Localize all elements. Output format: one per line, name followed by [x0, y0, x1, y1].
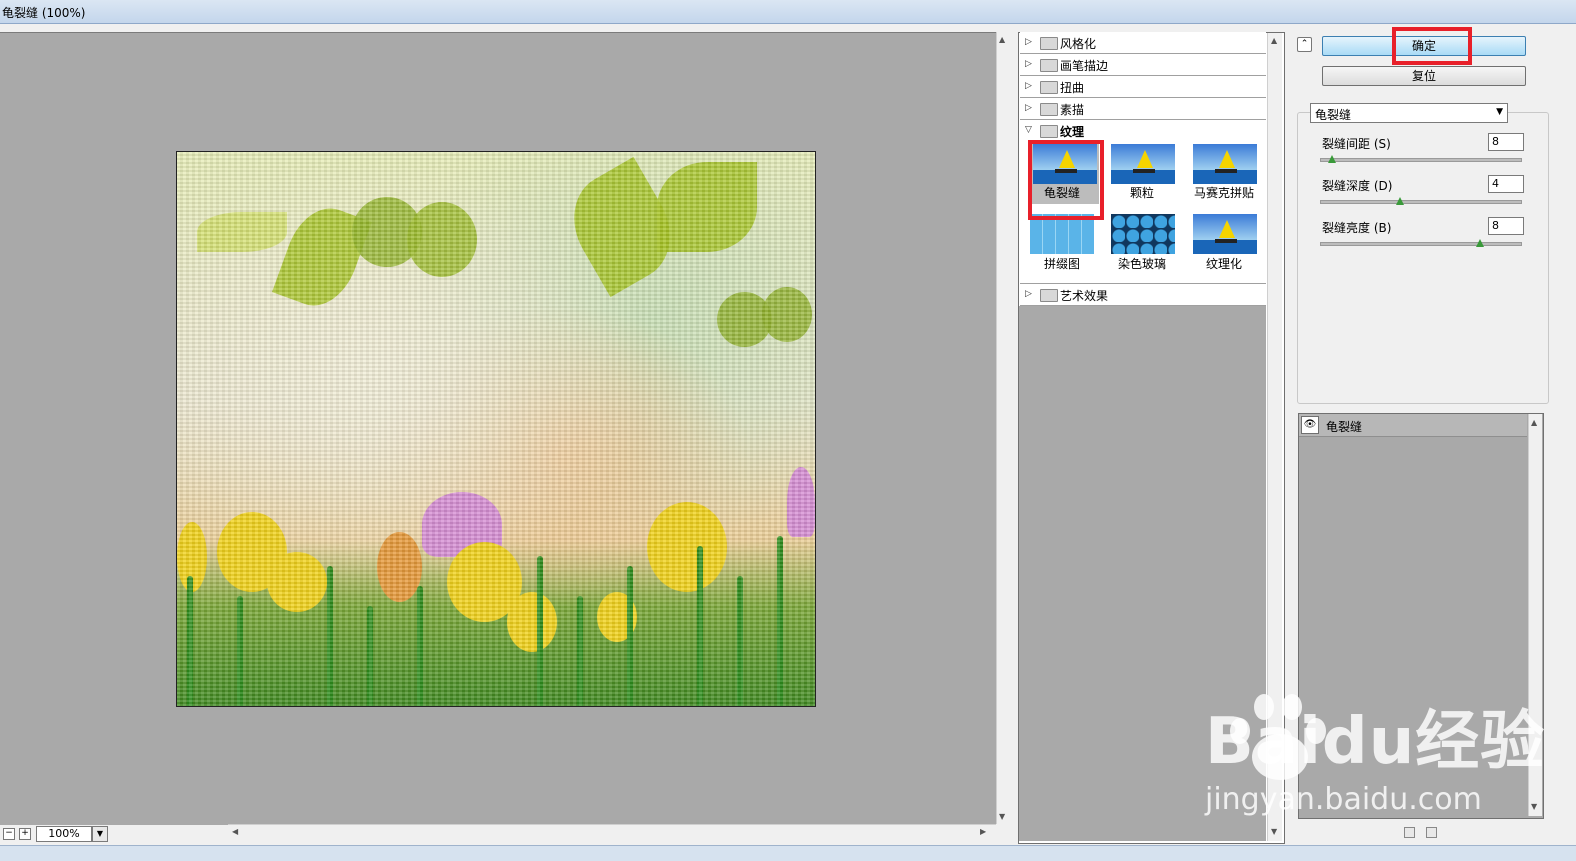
collapse-arrow-icon[interactable]: ▽: [1025, 125, 1032, 135]
param-field-crack-spacing[interactable]: 8: [1488, 133, 1524, 151]
param-label-crack-spacing: 裂缝间距 (S): [1322, 137, 1391, 151]
folder-icon: [1040, 59, 1058, 72]
expand-arrow-icon[interactable]: ▷: [1025, 59, 1032, 69]
new-effect-layer-icon[interactable]: [1404, 827, 1415, 838]
title-bar: 龟裂缝 (100%): [0, 0, 1576, 24]
param-label-crack-depth: 裂缝深度 (D): [1322, 179, 1393, 193]
slider-crack-depth[interactable]: [1320, 200, 1522, 204]
folder-icon: [1040, 103, 1058, 116]
collapse-gallery-icon[interactable]: ⌃: [1297, 37, 1312, 52]
filter-thumb-stained-glass[interactable]: [1111, 214, 1175, 254]
expand-arrow-icon[interactable]: ▷: [1025, 81, 1032, 91]
slider-knob-crack-depth[interactable]: [1396, 197, 1404, 205]
preview-vertical-scrollbar[interactable]: ▲ ▼: [996, 32, 1009, 824]
scroll-down-icon[interactable]: ▼: [1531, 802, 1537, 811]
effect-layer-name: 龟裂缝: [1326, 420, 1363, 434]
scroll-down-icon[interactable]: ▼: [1271, 827, 1277, 836]
watermark-url: jingyan.baidu.com: [1205, 782, 1482, 817]
scroll-right-icon[interactable]: ▶: [980, 827, 986, 836]
scroll-up-icon[interactable]: ▲: [1531, 418, 1537, 427]
preview-horizontal-scrollbar[interactable]: ◀ ▶: [228, 824, 996, 839]
reset-button[interactable]: 复位: [1322, 66, 1526, 86]
filter-select[interactable]: 龟裂缝 ▼: [1310, 103, 1508, 123]
filter-label-stained-glass[interactable]: 染色玻璃: [1102, 255, 1182, 272]
filter-thumb-patchwork[interactable]: [1030, 214, 1094, 254]
highlight-box-ok: [1392, 27, 1472, 65]
zoom-dropdown-icon[interactable]: ▼: [92, 826, 108, 842]
folder-icon: [1040, 289, 1058, 302]
filter-thumb-grain[interactable]: [1111, 144, 1175, 184]
zoom-in-button[interactable]: +: [19, 828, 31, 840]
scroll-up-icon[interactable]: ▲: [999, 35, 1005, 44]
slider-crack-brightness[interactable]: [1320, 242, 1522, 246]
visibility-eye-icon[interactable]: 👁: [1301, 416, 1319, 434]
slider-knob-crack-brightness[interactable]: [1476, 239, 1484, 247]
filter-thumb-mosaic-tiles[interactable]: [1193, 144, 1257, 184]
folder-icon: [1040, 37, 1058, 50]
dropdown-arrow-icon: ▼: [1496, 107, 1503, 117]
param-label-crack-brightness: 裂缝亮度 (B): [1322, 221, 1392, 235]
scroll-up-icon[interactable]: ▲: [1271, 36, 1277, 45]
filter-label-grain[interactable]: 颗粒: [1102, 184, 1182, 201]
zoom-out-button[interactable]: −: [3, 828, 15, 840]
effect-layer-row[interactable]: 👁 龟裂缝: [1299, 414, 1527, 437]
filter-label-patchwork[interactable]: 拼缀图: [1022, 255, 1102, 272]
scroll-left-icon[interactable]: ◀: [232, 827, 238, 836]
scroll-down-icon[interactable]: ▼: [999, 812, 1005, 821]
slider-crack-spacing[interactable]: [1320, 158, 1522, 162]
zoom-level-field[interactable]: 100%: [36, 826, 92, 842]
folder-open-icon: [1040, 125, 1058, 138]
window-title: 龟裂缝 (100%): [2, 6, 86, 20]
filter-label-texturizer[interactable]: 纹理化: [1184, 255, 1264, 272]
category-sketch[interactable]: ▷ 素描: [1020, 98, 1266, 120]
param-field-crack-depth[interactable]: 4: [1488, 175, 1524, 193]
param-field-crack-brightness[interactable]: 8: [1488, 217, 1524, 235]
status-bar: [0, 845, 1576, 861]
folder-icon: [1040, 81, 1058, 94]
category-texture[interactable]: ▽ 纹理: [1020, 120, 1266, 141]
slider-knob-crack-spacing[interactable]: [1328, 155, 1336, 163]
filter-thumb-texturizer[interactable]: [1193, 214, 1257, 254]
expand-arrow-icon[interactable]: ▷: [1025, 37, 1032, 47]
category-brush-strokes[interactable]: ▷ 画笔描边: [1020, 54, 1266, 76]
expand-arrow-icon[interactable]: ▷: [1025, 103, 1032, 113]
category-artistic[interactable]: ▷ 艺术效果: [1020, 283, 1266, 306]
watermark-brand: Baidu经验: [1205, 705, 1546, 779]
expand-arrow-icon[interactable]: ▷: [1025, 289, 1032, 299]
filter-label-mosaic-tiles[interactable]: 马赛克拼贴: [1184, 184, 1264, 201]
highlight-box-selected-filter: [1028, 140, 1104, 220]
category-stylize[interactable]: ▷ 风格化: [1020, 32, 1266, 54]
preview-image: [176, 151, 816, 707]
delete-effect-layer-icon[interactable]: [1426, 827, 1437, 838]
category-distort[interactable]: ▷ 扭曲: [1020, 76, 1266, 98]
